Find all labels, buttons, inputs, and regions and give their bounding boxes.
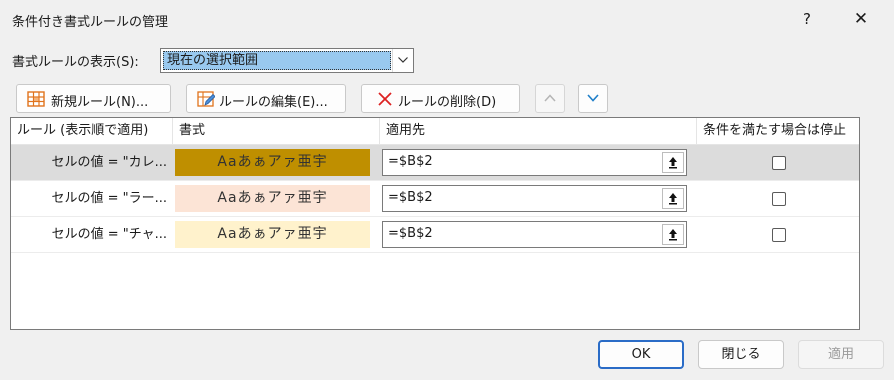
show-rules-label: 書式ルールの表示(S): (12, 55, 139, 70)
edit-rule-label: ルールの編集(E)... (219, 95, 328, 110)
collapse-dialog-icon[interactable] (662, 152, 684, 173)
column-stop-if-true: 条件を満たす場合は停止 (703, 123, 847, 138)
rules-list-header: ルール (表示順で適用) 書式 適用先 条件を満たす場合は停止 (11, 118, 859, 145)
applies-to-field[interactable]: =$B$2 (382, 221, 687, 248)
column-rule: ルール (表示順で適用) (11, 118, 173, 144)
title-bar: 条件付き書式ルールの管理 ? ✕ (0, 0, 894, 40)
ok-button[interactable]: OK (598, 340, 684, 369)
close-button[interactable]: 閉じる (698, 340, 784, 369)
new-rule-label: 新規ルール(N)... (51, 95, 149, 110)
show-rules-selected: 現在の選択範囲 (163, 51, 391, 70)
stop-if-true-checkbox[interactable] (772, 156, 786, 170)
stop-if-true-checkbox[interactable] (772, 228, 786, 242)
applies-to-value: =$B$2 (388, 154, 433, 169)
show-rules-dropdown[interactable]: 現在の選択範囲 (160, 48, 414, 73)
move-down-button[interactable] (578, 84, 608, 113)
window-title: 条件付き書式ルールの管理 (12, 15, 169, 30)
collapse-dialog-icon[interactable] (662, 188, 684, 209)
new-rule-button[interactable]: 新規ルール(N)... (16, 84, 171, 113)
delete-icon (376, 90, 394, 108)
move-up-button[interactable] (535, 84, 565, 113)
delete-rule-button[interactable]: ルールの削除(D) (361, 84, 520, 113)
new-rule-icon (27, 90, 45, 108)
chevron-down-icon (587, 94, 599, 102)
rule-name: セルの値 = "カレ... (51, 155, 167, 170)
close-icon[interactable]: ✕ (846, 4, 876, 34)
applies-to-value: =$B$2 (388, 190, 433, 205)
rules-list: ルール (表示順で適用) 書式 適用先 条件を満たす場合は停止 セルの値 = "… (10, 117, 860, 330)
rule-row[interactable]: セルの値 = "チャ... Aaあぁアァ亜宇 =$B$2 (11, 217, 859, 253)
rule-row[interactable]: セルの値 = "カレ... Aaあぁアァ亜宇 =$B$2 (11, 145, 859, 181)
edit-rule-icon (197, 90, 216, 108)
apply-button[interactable]: 適用 (798, 340, 884, 369)
rule-row[interactable]: セルの値 = "ラー... Aaあぁアァ亜宇 =$B$2 (11, 181, 859, 217)
column-format: 書式 (173, 118, 380, 144)
stop-if-true-checkbox[interactable] (772, 192, 786, 206)
column-applies-to: 適用先 (380, 118, 697, 144)
format-preview: Aaあぁアァ亜宇 (175, 221, 370, 248)
collapse-dialog-icon[interactable] (662, 224, 684, 245)
format-preview: Aaあぁアァ亜宇 (175, 149, 370, 176)
chevron-up-icon (544, 94, 556, 102)
rule-name: セルの値 = "ラー... (51, 191, 167, 206)
rule-name: セルの値 = "チャ... (51, 227, 167, 242)
chevron-down-icon[interactable] (392, 49, 413, 72)
delete-rule-label: ルールの削除(D) (398, 95, 497, 110)
edit-rule-button[interactable]: ルールの編集(E)... (186, 84, 346, 113)
applies-to-field[interactable]: =$B$2 (382, 149, 687, 176)
applies-to-field[interactable]: =$B$2 (382, 185, 687, 212)
applies-to-value: =$B$2 (388, 226, 433, 241)
help-button[interactable]: ? (796, 4, 818, 34)
format-preview: Aaあぁアァ亜宇 (175, 185, 370, 212)
